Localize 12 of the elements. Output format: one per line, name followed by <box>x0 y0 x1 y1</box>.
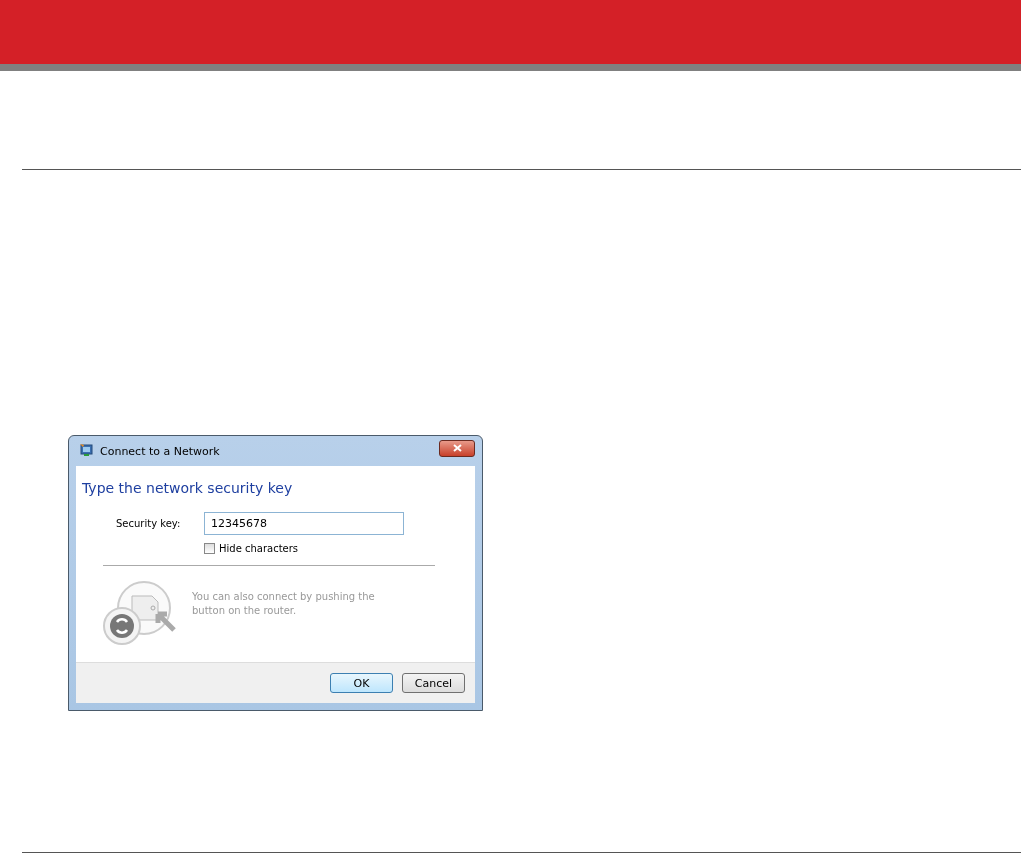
network-icon <box>79 443 95 459</box>
dialog-heading: Type the network security key <box>82 480 294 496</box>
ok-button[interactable]: OK <box>330 673 393 693</box>
checkbox-label: Hide characters <box>219 543 299 554</box>
cancel-button[interactable]: Cancel <box>402 673 465 693</box>
window-title: Connect to a Network <box>100 444 220 458</box>
close-icon <box>452 444 462 452</box>
security-key-field[interactable]: 12345678 <box>204 512 404 535</box>
wps-hint: You can also connect by pushing the button on the router. <box>192 590 376 618</box>
field-label: Security key: <box>116 518 182 529</box>
hide-characters-checkbox[interactable] <box>204 543 215 554</box>
close-button[interactable] <box>439 439 475 457</box>
